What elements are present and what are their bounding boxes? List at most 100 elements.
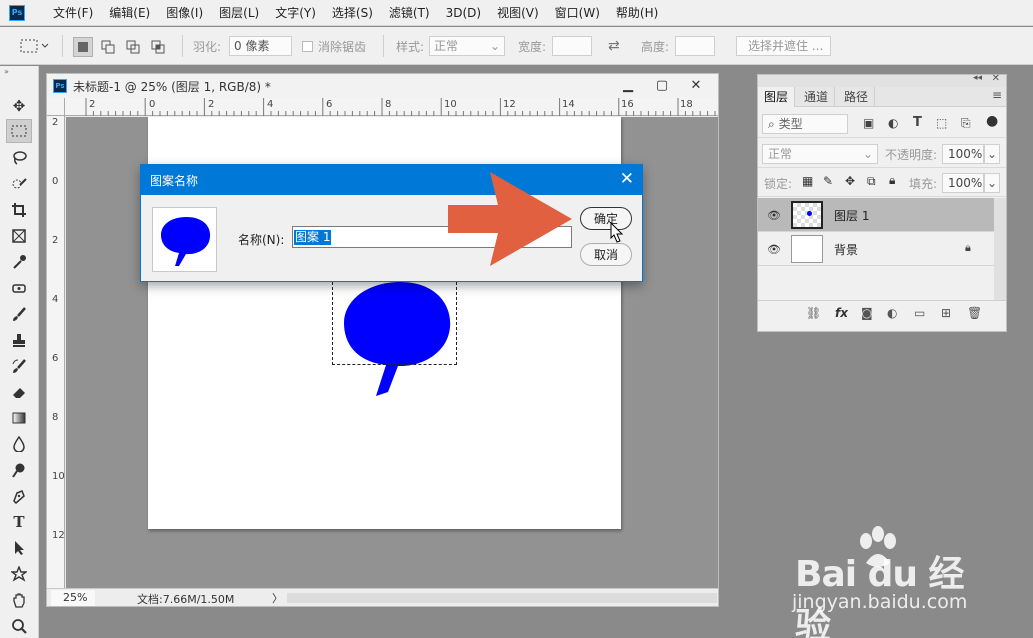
dialog-close-icon[interactable]: ✕ — [620, 169, 634, 189]
tab-layers[interactable]: 图层 — [758, 87, 796, 107]
select-and-mask-button[interactable]: 选择并遮住 ... — [736, 36, 831, 56]
fx-icon[interactable]: fx — [835, 306, 848, 320]
layer-row-layer1[interactable]: 👁︎ 图层 1 — [758, 198, 994, 232]
document-titlebar[interactable]: Ps 未标题-1 @ 25% (图层 1, RGB/8) * ▁ ▢ ✕ — [47, 74, 718, 98]
marquee-tool-icon[interactable] — [6, 119, 32, 143]
tab-paths[interactable]: 路径 — [838, 87, 876, 107]
layer-row-background[interactable]: 👁︎ 背景 🔒︎ — [758, 232, 994, 266]
frame-tool-icon[interactable] — [6, 224, 32, 248]
close-panel-icon[interactable]: ✕ — [992, 73, 1000, 84]
trash-icon[interactable]: 🗑︎ — [967, 306, 982, 320]
type-tool-icon[interactable]: T — [6, 510, 32, 534]
antialias-label: 消除锯齿 — [318, 39, 367, 54]
adjustment-layer-icon[interactable]: ◐ — [887, 306, 897, 320]
add-mask-icon[interactable]: ◙ — [861, 306, 873, 320]
brush-tool-icon[interactable] — [6, 302, 32, 326]
opacity-input[interactable]: 100% — [942, 144, 984, 164]
swap-icon[interactable]: ⇄ — [608, 27, 620, 65]
hand-tool-icon[interactable] — [6, 588, 32, 612]
healing-tool-icon[interactable] — [6, 276, 32, 300]
menu-filter[interactable]: 滤镜(T) — [381, 0, 438, 26]
new-selection-icon[interactable] — [73, 37, 93, 57]
menu-image[interactable]: 图像(I) — [158, 0, 211, 26]
move-tool-icon[interactable]: ✥ — [6, 94, 32, 118]
menu-help[interactable]: 帮助(H) — [608, 0, 666, 26]
panel-menu-icon[interactable]: ≡ — [992, 88, 1002, 102]
lock-all-icon[interactable]: 🔒︎ — [889, 173, 895, 188]
dodge-tool-icon[interactable] — [6, 458, 32, 482]
opacity-dropdown-icon[interactable]: ⌄ — [984, 144, 1000, 164]
menu-layer[interactable]: 图层(L) — [211, 0, 267, 26]
shape-tool-icon[interactable] — [6, 562, 32, 586]
filter-shape-icon[interactable]: ⬚ — [936, 116, 947, 130]
filter-kind-select[interactable]: ⌕ 类型 — [762, 114, 848, 134]
lock-pixels-icon[interactable]: ✎ — [823, 174, 833, 188]
style-select[interactable]: 正常 ⌄ — [429, 36, 505, 56]
antialias-checkbox[interactable]: 消除锯齿 — [302, 27, 366, 65]
clone-stamp-tool-icon[interactable] — [6, 328, 32, 352]
status-arrow-icon[interactable]: 〉 — [272, 590, 283, 606]
vertical-ruler[interactable]: 2 0 2 4 6 8 10 12 — [47, 116, 65, 588]
minimize-icon[interactable]: ▁ — [613, 76, 643, 94]
panel-header[interactable]: ◂◂ ✕ — [758, 73, 1006, 87]
lasso-tool-icon[interactable] — [6, 146, 32, 170]
menu-3d[interactable]: 3D(D) — [438, 0, 489, 26]
height-input[interactable] — [675, 36, 715, 56]
visibility-eye-icon[interactable]: 👁︎ — [767, 243, 781, 256]
ok-button[interactable]: 确定 — [580, 207, 632, 230]
collapse-icon[interactable]: » — [4, 67, 9, 76]
document-info[interactable]: 文档:7.66M/1.50M — [137, 591, 234, 607]
filter-adjustment-icon[interactable]: ◐ — [888, 116, 898, 130]
new-group-icon[interactable]: ▭ — [914, 306, 925, 320]
width-input[interactable] — [552, 36, 592, 56]
pen-tool-icon[interactable] — [6, 484, 32, 508]
new-layer-icon[interactable]: ⊞ — [941, 306, 951, 320]
collapse-panel-icon[interactable]: ◂◂ — [973, 73, 982, 83]
lock-transparent-icon[interactable]: ▦ — [802, 174, 813, 188]
ruler-h-label: 2 — [89, 99, 96, 110]
marquee-preset-icon[interactable] — [20, 27, 50, 65]
crop-tool-icon[interactable] — [6, 198, 32, 222]
menu-type[interactable]: 文字(Y) — [267, 0, 324, 26]
filter-pixel-icon[interactable]: ▣ — [863, 116, 874, 130]
menu-select[interactable]: 选择(S) — [324, 0, 381, 26]
path-select-tool-icon[interactable] — [6, 536, 32, 560]
layers-scrollbar[interactable] — [994, 198, 1006, 300]
history-brush-tool-icon[interactable] — [6, 354, 32, 378]
zoom-tool-icon[interactable] — [6, 614, 32, 638]
fill-input[interactable]: 100% — [942, 173, 984, 193]
maximize-icon[interactable]: ▢ — [647, 76, 677, 94]
horizontal-scrollbar[interactable] — [287, 593, 717, 603]
eraser-tool-icon[interactable] — [6, 380, 32, 404]
lock-row: 锁定: ▦ ✎ ✥ ⧉ 🔒︎ 填充: 100% ⌄ — [758, 169, 1006, 197]
cancel-button[interactable]: 取消 — [580, 243, 632, 266]
eyedropper-tool-icon[interactable] — [6, 250, 32, 274]
blur-tool-icon[interactable] — [6, 432, 32, 456]
menu-view[interactable]: 视图(V) — [489, 0, 547, 26]
horizontal-ruler[interactable]: 2 0 2 4 6 8 10 12 14 16 18 — [65, 98, 718, 116]
close-icon[interactable]: ✕ — [681, 76, 711, 94]
filter-toggle-icon[interactable]: ● — [986, 113, 998, 129]
zoom-field[interactable]: 25% — [51, 590, 95, 606]
feather-input[interactable]: 0 像素 — [229, 36, 292, 56]
menu-edit[interactable]: 编辑(E) — [101, 0, 158, 26]
visibility-eye-icon[interactable]: 👁︎ — [767, 209, 781, 222]
blend-mode-select[interactable]: 正常 ⌄ — [762, 144, 878, 164]
layer-name[interactable]: 背景 — [834, 241, 858, 258]
quick-select-tool-icon[interactable] — [6, 172, 32, 196]
lock-artboard-icon[interactable]: ⧉ — [867, 174, 876, 189]
intersect-selection-icon[interactable] — [148, 37, 168, 57]
add-selection-icon[interactable] — [98, 37, 118, 57]
layer-name[interactable]: 图层 1 — [834, 207, 869, 224]
menu-window[interactable]: 窗口(W) — [547, 0, 608, 26]
link-layers-icon[interactable]: ⛓︎ — [806, 306, 821, 320]
lock-icon[interactable]: 🔒︎ — [965, 241, 971, 255]
lock-position-icon[interactable]: ✥ — [845, 174, 855, 188]
tab-channels[interactable]: 通道 — [798, 87, 836, 107]
fill-dropdown-icon[interactable]: ⌄ — [984, 173, 1000, 193]
menu-file[interactable]: 文件(F) — [45, 0, 101, 26]
filter-type-icon[interactable]: T — [913, 115, 922, 130]
gradient-tool-icon[interactable] — [6, 406, 32, 430]
subtract-selection-icon[interactable] — [123, 37, 143, 57]
filter-smart-object-icon[interactable]: ⎘ — [961, 116, 971, 131]
